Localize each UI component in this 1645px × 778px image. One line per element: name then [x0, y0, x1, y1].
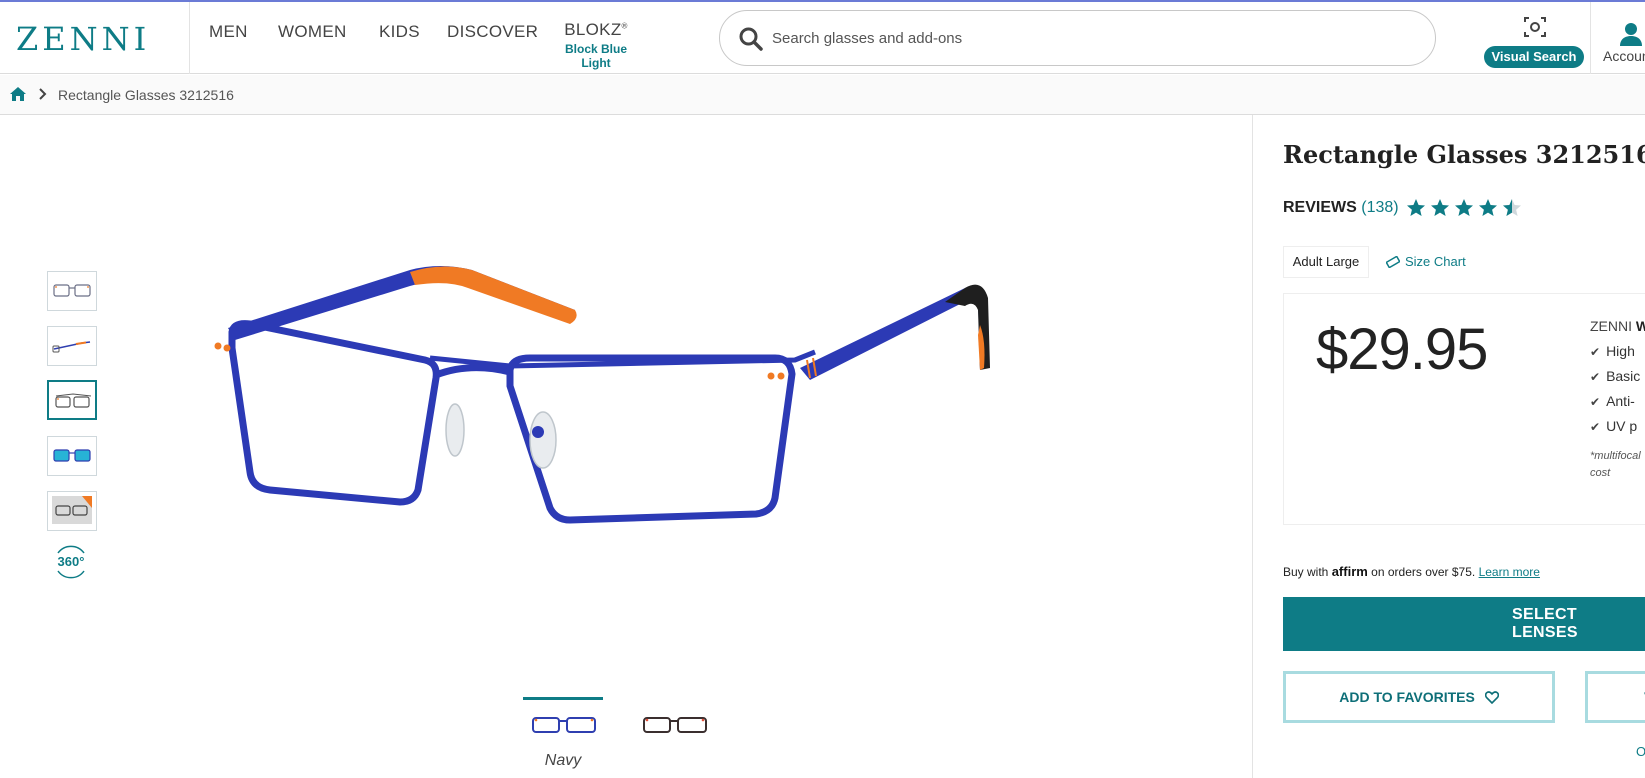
glasses-sun-clip-image [53, 449, 91, 462]
affirm-message: Buy with affirm on orders over $75. Lear… [1283, 564, 1540, 579]
search-bar[interactable] [719, 10, 1436, 66]
panel-divider [1252, 115, 1253, 778]
feature-item: ✔ Basic [1590, 368, 1645, 384]
breadcrumb: Rectangle Glasses 3212516 [0, 75, 1645, 115]
add-to-favorites-button[interactable]: ADD TO FAVORITES [1283, 671, 1555, 723]
star-icon [1455, 199, 1473, 216]
chevron-right-icon [39, 88, 47, 100]
selected-indicator [523, 697, 603, 700]
selected-color-name: Navy [544, 752, 582, 769]
features-heading-bold: W [1635, 318, 1645, 334]
affirm-prefix: Buy with [1283, 565, 1329, 579]
star-icon [1431, 199, 1449, 216]
nav-men[interactable]: MEN [209, 22, 248, 42]
select-lenses-button[interactable]: SELECT LENSES [1283, 597, 1645, 651]
size-badge: Adult Large [1283, 246, 1369, 278]
logo-divider [189, 2, 190, 74]
check-icon: ✔ [1590, 370, 1601, 384]
included-features: ZENNI W ✔ High ✔ Basic ✔ Anti- ✔ UV p *multi… [1590, 318, 1645, 482]
glasses-front-image [53, 284, 91, 297]
breadcrumb-current: Rectangle Glasses 3212516 [58, 87, 234, 103]
product-title: Rectangle Glasses 3212516 [1283, 140, 1645, 169]
nav-discover[interactable]: DISCOVER [447, 22, 538, 42]
thumbnail-angle[interactable] [47, 380, 97, 420]
nav-blokz-label: BLOKZ [564, 20, 622, 39]
note-line-1: *multifocal [1590, 450, 1641, 462]
feature-label: Anti- [1606, 393, 1635, 409]
feature-label: UV p [1606, 418, 1638, 434]
glasses-angle-image [55, 393, 92, 408]
features-heading: ZENNI W [1590, 318, 1645, 334]
secondary-link[interactable]: O [1636, 744, 1645, 759]
account-divider [1590, 2, 1591, 74]
account-icon [1620, 23, 1642, 46]
secondary-action-button[interactable]: V [1585, 671, 1645, 723]
svg-text:360°: 360° [58, 554, 85, 569]
search-icon[interactable] [738, 26, 764, 52]
reviews-count: (138) [1361, 199, 1399, 216]
feature-item: ✔ High [1590, 343, 1645, 359]
reviews-label: REVIEWS [1283, 199, 1357, 216]
affirm-logo: affirm [1331, 564, 1368, 579]
feature-item: ✔ Anti- [1590, 393, 1645, 409]
rotate-360-icon[interactable]: 360° [52, 543, 90, 581]
camera-scan-icon [1524, 17, 1546, 37]
star-rating[interactable] [1406, 198, 1526, 220]
site-header: ZENNI MEN WOMEN KIDS DISCOVER BLOKZ® Blo… [0, 2, 1645, 74]
half-star-icon [1503, 199, 1521, 216]
heart-icon [1484, 691, 1499, 705]
home-icon[interactable] [9, 86, 27, 102]
registered-mark: ® [621, 21, 628, 31]
check-icon: ✔ [1590, 345, 1601, 359]
glasses-lifestyle-image [52, 496, 92, 524]
size-chart-label: Size Chart [1405, 254, 1466, 269]
color-option-2[interactable] [634, 697, 714, 747]
affirm-suffix: on orders over $75. [1371, 565, 1476, 579]
thumbnail-lifestyle[interactable] [47, 491, 97, 531]
features-heading-prefix: ZENNI [1590, 318, 1632, 334]
navy-swatch-image [532, 717, 596, 733]
price-box: $29.95 ZENNI W ✔ High ✔ Basic ✔ Anti- ✔ UV p… [1283, 293, 1645, 525]
check-icon: ✔ [1590, 395, 1601, 409]
note-line-2: cost [1590, 467, 1611, 479]
color-option-navy[interactable] [523, 697, 603, 747]
feature-item: ✔ UV p [1590, 418, 1645, 434]
add-to-favorites-label: ADD TO FAVORITES [1339, 689, 1475, 705]
learn-more-link[interactable]: Learn more [1479, 565, 1540, 579]
zenni-logo[interactable]: ZENNI [16, 22, 168, 54]
nav-blokz-subtitle: Block Blue Light [564, 42, 627, 70]
glasses-side-image [52, 341, 91, 353]
visual-search-label: Visual Search [1484, 46, 1584, 68]
svg-text:ZENNI: ZENNI [16, 22, 150, 54]
product-main-image [214, 266, 990, 524]
ruler-icon [1385, 255, 1401, 269]
thumbnail-front[interactable] [47, 271, 97, 311]
search-input[interactable] [772, 25, 1372, 51]
thumbnail-clip-on[interactable] [47, 436, 97, 476]
account-label: Account [1603, 48, 1645, 64]
size-chart-link[interactable]: Size Chart [1385, 254, 1466, 269]
feature-label: Basic [1606, 368, 1641, 384]
feature-label: High [1606, 343, 1635, 359]
nav-kids[interactable]: KIDS [379, 22, 420, 42]
nav-women[interactable]: WOMEN [278, 22, 347, 42]
reviews-link[interactable]: REVIEWS (138) [1283, 199, 1399, 217]
multifocal-note: *multifocal cost [1590, 448, 1645, 482]
product-price: $29.95 [1316, 317, 1488, 382]
check-icon: ✔ [1590, 420, 1601, 434]
thumbnail-side[interactable] [47, 326, 97, 366]
color-swatch-image [643, 717, 707, 733]
star-icon [1479, 199, 1497, 216]
visual-search-button[interactable]: Visual Search [1484, 14, 1584, 70]
nav-blokz[interactable]: BLOKZ® Block Blue Light [553, 20, 639, 70]
star-icon [1407, 199, 1425, 216]
